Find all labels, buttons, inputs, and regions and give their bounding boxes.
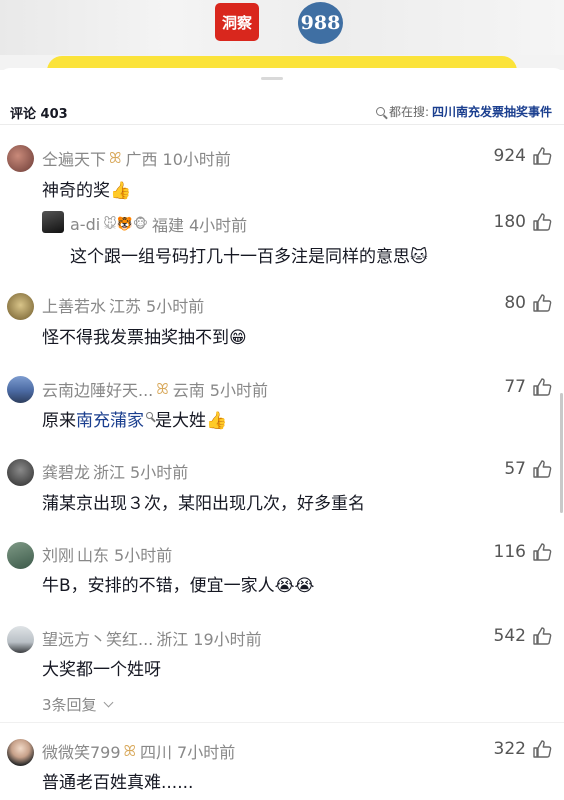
like-button[interactable]: 57 [504, 459, 552, 479]
fan-badge-icon: ꕤ [156, 380, 169, 398]
location: 云南 [172, 381, 205, 400]
comment-text: 这个跟一组号码打几十一百多注是同样的意思🐱 [70, 247, 428, 267]
comment-text: 大奖都一个姓呀 [42, 660, 161, 680]
drag-handle[interactable] [261, 77, 283, 80]
replies-count: 3条回复 [42, 696, 97, 714]
like-count: 542 [493, 626, 526, 646]
comment-text: 普通老百姓真难...... [42, 773, 194, 793]
timestamp: 7小时前 [177, 743, 236, 762]
like-count: 77 [504, 377, 526, 397]
avatar[interactable] [7, 626, 34, 653]
comment-meta: 微微笑799 ꕤ 四川 7小时前 [42, 739, 235, 763]
app-logo-red[interactable]: 洞察 [215, 3, 259, 41]
trending-search[interactable]: 都在搜: 四川南充发票抽奖事件 [375, 103, 552, 120]
crying-emoji: 😭😭 [274, 576, 315, 596]
fan-badge-icon: ꕤ [109, 149, 122, 167]
thumbs-up-icon [532, 212, 552, 232]
thumbs-up-emoji: 👍 [110, 181, 132, 201]
comment-text: 蒲某京出现３次，某阳出现几次，好多重名 [42, 494, 365, 514]
username[interactable]: a-di [70, 215, 100, 234]
chevron-down-icon [103, 697, 113, 708]
like-button[interactable]: 924 [494, 146, 552, 166]
thumbs-up-icon [532, 146, 552, 166]
like-button[interactable]: 542 [494, 626, 552, 646]
location: 浙江 [93, 463, 126, 482]
thumbs-up-icon [532, 739, 552, 759]
search-prefix: 都在搜: [388, 105, 429, 119]
blurred-header [0, 0, 564, 55]
avatar[interactable] [7, 145, 34, 172]
like-button[interactable]: 80 [504, 293, 552, 313]
timestamp: 4小时前 [188, 216, 248, 235]
like-count: 924 [493, 146, 526, 166]
username[interactable]: 刘刚 [42, 542, 74, 566]
comment-meta: a-di 🐭🐯🐵 福建 4小时前 [70, 212, 247, 236]
username[interactable]: 微微笑799 [42, 739, 121, 763]
thumbs-up-icon [532, 377, 552, 397]
like-count: 322 [493, 739, 526, 759]
comment-meta: 刘刚 山东 5小时前 [42, 542, 172, 566]
comment-meta: 云南边陲好天... ꕤ 云南 5小时前 [42, 377, 268, 401]
timestamp: 19小时前 [193, 630, 262, 649]
thumbs-up-icon [532, 626, 552, 646]
username[interactable]: 云南边陲好天... [42, 377, 153, 401]
like-count: 57 [504, 459, 526, 479]
timestamp: 5小时前 [114, 546, 173, 565]
search-link[interactable]: 南充蒲家 [76, 411, 144, 431]
avatar[interactable] [7, 376, 34, 403]
like-count: 180 [493, 212, 526, 232]
like-button[interactable]: 322 [494, 739, 552, 759]
location: 浙江 [156, 630, 189, 649]
cat-emoji: 🐱 [410, 247, 428, 267]
avatar[interactable] [7, 542, 34, 569]
like-button[interactable]: 180 [494, 212, 552, 232]
username[interactable]: 望远方丶笑红... [42, 626, 153, 650]
username[interactable]: 上善若水 [42, 293, 106, 317]
location: 广西 [125, 150, 158, 169]
location: 山东 [77, 546, 110, 565]
divider [0, 124, 564, 125]
avatar[interactable] [42, 211, 64, 233]
top-band: 洞察 988 [0, 0, 564, 70]
thumbs-up-icon [532, 542, 552, 562]
comment-meta: 上善若水 江苏 5小时前 [42, 293, 204, 317]
comment-meta: 望远方丶笑红... 浙江 19小时前 [42, 626, 262, 650]
expand-replies[interactable]: 3条回复 [42, 694, 113, 715]
thumbs-up-emoji: 👍 [206, 411, 228, 431]
timestamp: 5小时前 [209, 381, 268, 400]
like-count: 116 [493, 542, 526, 562]
app-logo-blue[interactable]: 988 [298, 2, 343, 44]
like-button[interactable]: 77 [504, 377, 552, 397]
animal-badges-icon: 🐭🐯🐵 [103, 216, 148, 232]
username[interactable]: 龚碧龙 [42, 459, 90, 483]
location: 江苏 [109, 297, 142, 316]
comment-count: 评论 403 [10, 107, 68, 122]
timestamp: 5小时前 [146, 297, 205, 316]
location: 福建 [151, 216, 184, 235]
comment-text: 怪不得我发票抽奖抽不到😁 [42, 328, 247, 348]
thumbs-up-icon [532, 293, 552, 313]
comment-text: 神奇的奖👍 [42, 181, 132, 201]
username[interactable]: 仝遍天下 [42, 146, 106, 170]
comment-meta: 龚碧龙 浙江 5小时前 [42, 459, 188, 483]
avatar[interactable] [7, 293, 34, 320]
grin-emoji: 😁 [229, 328, 247, 348]
comment-meta: 仝遍天下 ꕤ 广西 10小时前 [42, 146, 231, 170]
like-button[interactable]: 116 [494, 542, 552, 562]
avatar[interactable] [7, 459, 34, 486]
avatar[interactable] [7, 739, 34, 766]
comment-text: 牛B，安排的不错，便宜一家人😭😭 [42, 576, 315, 596]
thumbs-up-icon [532, 459, 552, 479]
timestamp: 5小时前 [130, 463, 189, 482]
scrollbar[interactable] [560, 393, 563, 513]
search-icon [146, 412, 153, 420]
search-icon [375, 107, 385, 116]
fan-badge-icon: ꕤ [123, 742, 137, 760]
divider [0, 722, 564, 723]
like-count: 80 [504, 293, 526, 313]
comment-text: 原来南充蒲家 是大姓👍 [42, 411, 228, 431]
timestamp: 10小时前 [162, 150, 231, 169]
location: 四川 [140, 743, 173, 762]
search-keyword[interactable]: 四川南充发票抽奖事件 [432, 103, 552, 120]
